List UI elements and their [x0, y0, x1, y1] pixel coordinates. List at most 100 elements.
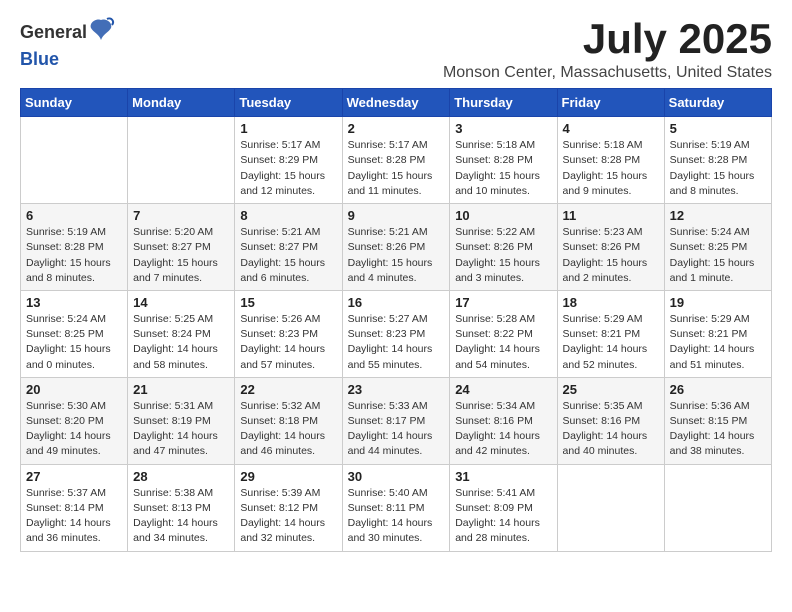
- calendar-week-row: 20 Sunrise: 5:30 AM Sunset: 8:20 PM Dayli…: [21, 377, 772, 464]
- day-number: 19: [670, 295, 766, 310]
- table-row: 11Sunrise: 5:23 AM Sunset: 8:26 PM Dayli…: [557, 204, 664, 291]
- day-number: 8: [240, 208, 336, 223]
- table-row: 8 Sunrise: 5:21 AM Sunset: 8:27 PM Daylig…: [235, 204, 342, 291]
- day-info: Sunrise: 5:26 AM Sunset: 8:23 PM Dayligh…: [240, 312, 336, 373]
- table-row: 16Sunrise: 5:27 AM Sunset: 8:23 PM Dayli…: [342, 290, 450, 377]
- table-row: [128, 117, 235, 204]
- day-number: 31: [455, 469, 551, 484]
- day-info: Sunrise: 5:35 AM Sunset: 8:16 PM Dayligh…: [563, 399, 659, 460]
- table-row: 28 Sunrise: 5:38 AM Sunset: 8:13 PM Dayli…: [128, 464, 235, 551]
- day-number: 20: [26, 382, 122, 397]
- table-row: 4Sunrise: 5:18 AM Sunset: 8:28 PM Daylig…: [557, 117, 664, 204]
- calendar-week-row: 1 Sunrise: 5:17 AM Sunset: 8:29 PM Daylig…: [21, 117, 772, 204]
- logo-bird-icon: [87, 16, 115, 50]
- table-row: 20 Sunrise: 5:30 AM Sunset: 8:20 PM Dayli…: [21, 377, 128, 464]
- table-row: [21, 117, 128, 204]
- table-row: 23 Sunrise: 5:33 AM Sunset: 8:17 PM Dayli…: [342, 377, 450, 464]
- day-info: Sunrise: 5:20 AM Sunset: 8:27 PM Dayligh…: [133, 225, 229, 286]
- day-info: Sunrise: 5:19 AM Sunset: 8:28 PM Dayligh…: [670, 138, 766, 199]
- col-saturday: Saturday: [664, 89, 771, 117]
- table-row: 29 Sunrise: 5:39 AM Sunset: 8:12 PM Dayli…: [235, 464, 342, 551]
- day-info: Sunrise: 5:33 AM Sunset: 8:17 PM Dayligh…: [348, 399, 445, 460]
- col-monday: Monday: [128, 89, 235, 117]
- table-row: [557, 464, 664, 551]
- table-row: 26Sunrise: 5:36 AM Sunset: 8:15 PM Dayli…: [664, 377, 771, 464]
- table-row: 24Sunrise: 5:34 AM Sunset: 8:16 PM Dayli…: [450, 377, 557, 464]
- day-info: Sunrise: 5:39 AM Sunset: 8:12 PM Dayligh…: [240, 486, 336, 547]
- day-number: 6: [26, 208, 122, 223]
- table-row: 30 Sunrise: 5:40 AM Sunset: 8:11 PM Dayli…: [342, 464, 450, 551]
- day-number: 22: [240, 382, 336, 397]
- table-row: 15Sunrise: 5:26 AM Sunset: 8:23 PM Dayli…: [235, 290, 342, 377]
- day-number: 2: [348, 121, 445, 136]
- day-info: Sunrise: 5:21 AM Sunset: 8:26 PM Dayligh…: [348, 225, 445, 286]
- day-info: Sunrise: 5:38 AM Sunset: 8:13 PM Dayligh…: [133, 486, 229, 547]
- day-number: 28: [133, 469, 229, 484]
- day-info: Sunrise: 5:17 AM Sunset: 8:29 PM Dayligh…: [240, 138, 336, 199]
- table-row: 2 Sunrise: 5:17 AM Sunset: 8:28 PM Daylig…: [342, 117, 450, 204]
- day-number: 7: [133, 208, 229, 223]
- day-info: Sunrise: 5:24 AM Sunset: 8:25 PM Dayligh…: [26, 312, 122, 373]
- table-row: 9 Sunrise: 5:21 AM Sunset: 8:26 PM Daylig…: [342, 204, 450, 291]
- day-number: 21: [133, 382, 229, 397]
- day-info: Sunrise: 5:19 AM Sunset: 8:28 PM Dayligh…: [26, 225, 122, 286]
- day-number: 13: [26, 295, 122, 310]
- title-location: Monson Center, Massachusetts, United Sta…: [443, 64, 772, 82]
- calendar-table: Sunday Monday Tuesday Wednesday Thursday…: [20, 88, 772, 551]
- table-row: 27 Sunrise: 5:37 AM Sunset: 8:14 PM Dayli…: [21, 464, 128, 551]
- table-row: 17 Sunrise: 5:28 AM Sunset: 8:22 PM Dayli…: [450, 290, 557, 377]
- day-info: Sunrise: 5:32 AM Sunset: 8:18 PM Dayligh…: [240, 399, 336, 460]
- table-row: 12Sunrise: 5:24 AM Sunset: 8:25 PM Dayli…: [664, 204, 771, 291]
- day-info: Sunrise: 5:17 AM Sunset: 8:28 PM Dayligh…: [348, 138, 445, 199]
- day-info: Sunrise: 5:40 AM Sunset: 8:11 PM Dayligh…: [348, 486, 445, 547]
- day-number: 29: [240, 469, 336, 484]
- day-info: Sunrise: 5:18 AM Sunset: 8:28 PM Dayligh…: [563, 138, 659, 199]
- col-tuesday: Tuesday: [235, 89, 342, 117]
- day-info: Sunrise: 5:37 AM Sunset: 8:14 PM Dayligh…: [26, 486, 122, 547]
- col-wednesday: Wednesday: [342, 89, 450, 117]
- table-row: 10 Sunrise: 5:22 AM Sunset: 8:26 PM Dayli…: [450, 204, 557, 291]
- col-sunday: Sunday: [21, 89, 128, 117]
- table-row: 3 Sunrise: 5:18 AM Sunset: 8:28 PM Daylig…: [450, 117, 557, 204]
- day-number: 23: [348, 382, 445, 397]
- title-block: July 2025 Monson Center, Massachusetts, …: [443, 16, 772, 82]
- day-number: 10: [455, 208, 551, 223]
- logo: General Blue: [20, 16, 115, 70]
- day-info: Sunrise: 5:41 AM Sunset: 8:09 PM Dayligh…: [455, 486, 551, 547]
- day-info: Sunrise: 5:34 AM Sunset: 8:16 PM Dayligh…: [455, 399, 551, 460]
- day-number: 1: [240, 121, 336, 136]
- table-row: 6 Sunrise: 5:19 AM Sunset: 8:28 PM Daylig…: [21, 204, 128, 291]
- col-friday: Friday: [557, 89, 664, 117]
- day-number: 27: [26, 469, 122, 484]
- day-number: 11: [563, 208, 659, 223]
- col-thursday: Thursday: [450, 89, 557, 117]
- calendar-header-row: Sunday Monday Tuesday Wednesday Thursday…: [21, 89, 772, 117]
- day-number: 18: [563, 295, 659, 310]
- day-info: Sunrise: 5:25 AM Sunset: 8:24 PM Dayligh…: [133, 312, 229, 373]
- table-row: 19 Sunrise: 5:29 AM Sunset: 8:21 PM Dayli…: [664, 290, 771, 377]
- day-number: 3: [455, 121, 551, 136]
- day-number: 26: [670, 382, 766, 397]
- calendar-week-row: 6 Sunrise: 5:19 AM Sunset: 8:28 PM Daylig…: [21, 204, 772, 291]
- table-row: 14 Sunrise: 5:25 AM Sunset: 8:24 PM Dayli…: [128, 290, 235, 377]
- logo-blue: Blue: [20, 50, 59, 70]
- table-row: 31 Sunrise: 5:41 AM Sunset: 8:09 PM Dayli…: [450, 464, 557, 551]
- day-info: Sunrise: 5:29 AM Sunset: 8:21 PM Dayligh…: [670, 312, 766, 373]
- title-month-year: July 2025: [443, 16, 772, 62]
- day-info: Sunrise: 5:21 AM Sunset: 8:27 PM Dayligh…: [240, 225, 336, 286]
- day-number: 9: [348, 208, 445, 223]
- day-info: Sunrise: 5:30 AM Sunset: 8:20 PM Dayligh…: [26, 399, 122, 460]
- day-number: 17: [455, 295, 551, 310]
- day-info: Sunrise: 5:22 AM Sunset: 8:26 PM Dayligh…: [455, 225, 551, 286]
- day-number: 14: [133, 295, 229, 310]
- day-number: 30: [348, 469, 445, 484]
- day-number: 16: [348, 295, 445, 310]
- calendar-week-row: 27 Sunrise: 5:37 AM Sunset: 8:14 PM Dayli…: [21, 464, 772, 551]
- calendar-week-row: 13 Sunrise: 5:24 AM Sunset: 8:25 PM Dayli…: [21, 290, 772, 377]
- table-row: 22 Sunrise: 5:32 AM Sunset: 8:18 PM Dayli…: [235, 377, 342, 464]
- table-row: [664, 464, 771, 551]
- day-info: Sunrise: 5:18 AM Sunset: 8:28 PM Dayligh…: [455, 138, 551, 199]
- header: General Blue July 2025 Monson Center, Ma…: [20, 16, 772, 82]
- day-info: Sunrise: 5:28 AM Sunset: 8:22 PM Dayligh…: [455, 312, 551, 373]
- day-info: Sunrise: 5:24 AM Sunset: 8:25 PM Dayligh…: [670, 225, 766, 286]
